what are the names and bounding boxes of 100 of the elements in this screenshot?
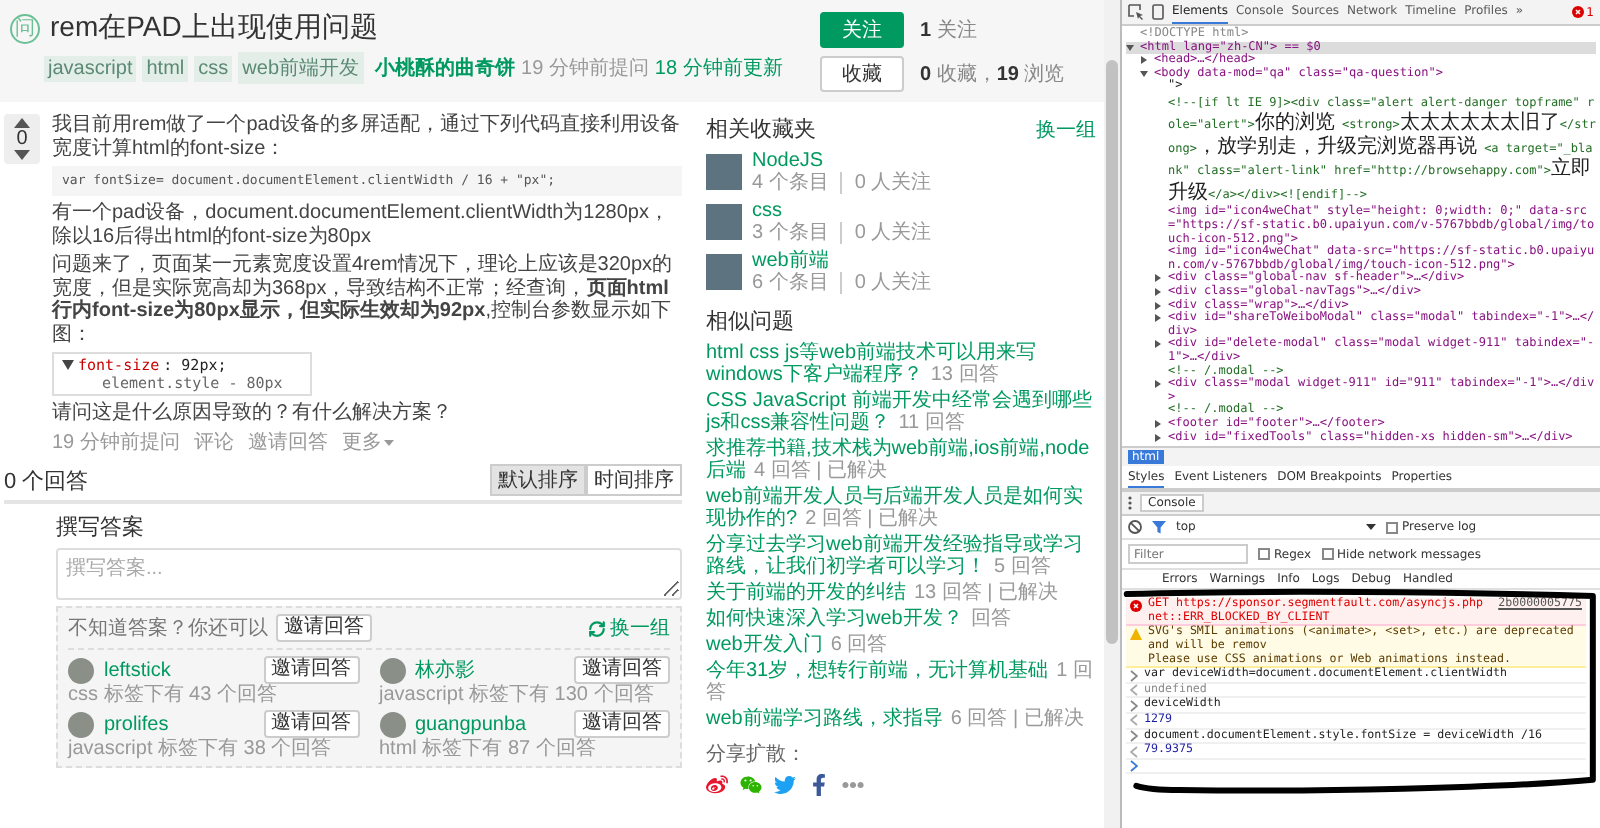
- inspect-icon[interactable]: [1128, 4, 1144, 20]
- error-icon: [1572, 6, 1585, 18]
- checkbox[interactable]: [1386, 521, 1398, 534]
- collection-followers: 0 人关注: [840, 172, 932, 194]
- collapsed-arrow-icon[interactable]: [1154, 433, 1162, 442]
- invite-button[interactable]: 邀请回答: [263, 710, 359, 739]
- input-chevron-icon: [1130, 730, 1138, 742]
- twitter-icon[interactable]: [774, 774, 796, 796]
- collection-thumbnail: [706, 254, 742, 290]
- collapsed-arrow-icon[interactable]: [1140, 56, 1148, 65]
- downvote-icon[interactable]: [14, 150, 30, 160]
- follow-count: 1 关注: [920, 17, 977, 44]
- collapsed-arrow-icon[interactable]: [1154, 380, 1162, 389]
- collection-thumbnail: [706, 154, 742, 190]
- collection-entries: 3 个条目: [752, 222, 829, 244]
- invite-button[interactable]: 邀请回答: [276, 614, 372, 643]
- facebook-icon[interactable]: [808, 774, 830, 796]
- warning-icon: [1130, 627, 1142, 640]
- similar-question-link[interactable]: 如何快速深入学习web开发？ 回答: [706, 608, 1096, 630]
- input-chevron-icon: [1130, 669, 1138, 682]
- output-chevron-icon: [1130, 684, 1138, 697]
- tag[interactable]: javascript: [44, 55, 137, 81]
- collection-followers: 0 人关注: [840, 272, 932, 294]
- question-badge: 问: [10, 13, 40, 43]
- refresh-icon: [588, 619, 606, 638]
- compose-heading: 撰写答案: [56, 513, 146, 543]
- updated-time: 18 分钟前更新: [654, 55, 783, 82]
- question-title: rem在PAD上出现使用问题: [50, 10, 378, 46]
- tag[interactable]: web前端开发: [238, 52, 364, 84]
- avatar: [379, 711, 405, 738]
- share-label: 分享扩散：: [706, 741, 808, 768]
- user-name[interactable]: prolifes: [104, 713, 255, 736]
- tag[interactable]: css: [194, 55, 233, 81]
- collection-name[interactable]: css: [752, 200, 932, 222]
- refresh-link[interactable]: 换一组: [588, 614, 670, 643]
- collection-name[interactable]: NodeJS: [752, 150, 932, 172]
- clear-console-icon[interactable]: [1128, 520, 1142, 535]
- checkbox[interactable]: [1258, 548, 1270, 561]
- collapsed-arrow-icon[interactable]: [1154, 274, 1162, 283]
- invite-button[interactable]: 邀请回答: [574, 656, 670, 685]
- tag[interactable]: html: [142, 55, 189, 81]
- author-link[interactable]: 小桃酥的曲奇饼: [375, 54, 516, 82]
- upvote-icon[interactable]: [14, 118, 30, 128]
- caret-icon: [383, 440, 394, 447]
- follow-button[interactable]: 关注: [820, 12, 904, 48]
- avatar: [68, 657, 94, 684]
- filter-icon[interactable]: [1152, 520, 1166, 535]
- user-name[interactable]: 林亦影: [415, 656, 566, 685]
- invite-prompt: 不知道答案？你还可以: [68, 615, 268, 643]
- expanded-arrow-icon[interactable]: [1140, 69, 1148, 78]
- scrollbar-thumb[interactable]: [1106, 60, 1118, 644]
- checkbox[interactable]: [1321, 548, 1334, 561]
- user-meta: javascript 标签下有 38 个回答: [68, 738, 334, 761]
- collapsed-arrow-icon[interactable]: [1154, 419, 1162, 428]
- wechat-icon[interactable]: [740, 774, 762, 796]
- expanded-arrow-icon[interactable]: [1126, 43, 1134, 52]
- question-paragraph: 请问这是什么原因导致的？有什么解决方案？: [52, 402, 454, 426]
- weibo-icon[interactable]: [706, 774, 728, 796]
- invite-button[interactable]: 邀请回答: [574, 710, 670, 739]
- refresh-link[interactable]: 换一组: [1036, 115, 1096, 143]
- user-name[interactable]: leftstick: [104, 659, 255, 682]
- collection-thumbnail: [706, 204, 742, 240]
- section-heading: 相关收藏夹: [706, 115, 816, 144]
- bookmark-button[interactable]: 收藏: [820, 56, 904, 92]
- collection-followers: 0 人关注: [840, 222, 932, 244]
- avatar: [379, 657, 405, 684]
- similar-question-link[interactable]: web开发入门 6 回答: [706, 634, 1096, 656]
- similar-question-link[interactable]: html css js等web前端技术可以用来写windows下客户端程序？ 13 回答: [706, 342, 1096, 386]
- collapsed-arrow-icon[interactable]: [1154, 314, 1162, 323]
- similar-question-link[interactable]: 求推荐书籍,技术栈为web前端,ios前端,node后端 4 回答 | 已解决: [706, 438, 1096, 482]
- avatar: [68, 711, 94, 738]
- collapsed-arrow-icon[interactable]: [1154, 288, 1162, 297]
- user-meta: css 标签下有 43 个回答: [68, 684, 279, 707]
- similar-question-link[interactable]: CSS JavaScript 前端开发中经常会遇到哪些js和css兼容性问题？ 11 回答: [706, 390, 1096, 434]
- output-chevron-icon: [1130, 714, 1138, 727]
- user-meta: javascript 标签下有 130 个回答: [379, 684, 656, 707]
- collapsed-arrow-icon[interactable]: [1154, 340, 1162, 349]
- user-meta: html 标签下有 87 个回答: [379, 738, 598, 761]
- similar-question-link[interactable]: web前端开发人员与后端开发人员是如何实现协作的? 2 回答 | 已解决: [706, 486, 1096, 530]
- similar-question-link[interactable]: web前端学习路线，求指导 6 回答 | 已解决: [706, 708, 1096, 730]
- similar-question-link[interactable]: 关于前端的开发的纠结 13 回答 | 已解决: [706, 582, 1096, 604]
- device-icon[interactable]: [1152, 4, 1164, 20]
- expanded-arrow-icon: [62, 360, 74, 371]
- asked-time: 19 分钟前提问: [521, 55, 649, 82]
- sort-button[interactable]: 默认排序: [490, 464, 586, 497]
- prompt-chevron-icon: [1130, 760, 1138, 773]
- similar-question-link[interactable]: 今年31岁，想转行前端，无计算机基础 1 回答: [706, 660, 1096, 704]
- output-chevron-icon: [1130, 745, 1138, 758]
- bookmark-view-count: 0 收藏，19 浏览: [920, 61, 1065, 88]
- user-name[interactable]: guangpunba: [415, 713, 566, 736]
- collapsed-arrow-icon[interactable]: [1154, 301, 1162, 310]
- collection-entries: 4 个条目: [752, 172, 829, 194]
- question-paragraph: 我目前用rem做了一个pad设备的多屏适配，通过下列代码直接利用设备宽度计算html的font-size：: [52, 114, 682, 160]
- invite-button[interactable]: 邀请回答: [263, 656, 359, 685]
- caret-icon: [1366, 524, 1376, 531]
- collection-name[interactable]: web前端: [752, 250, 932, 272]
- answer-field[interactable]: 撰写答案...: [56, 548, 682, 601]
- similar-question-link[interactable]: 分享过去学习web前端开发经验指导或学习路线，让我们初学者可以学习！ 5 回答: [706, 534, 1096, 578]
- sort-button[interactable]: 时间排序: [586, 464, 682, 497]
- vote-count: 0: [16, 128, 28, 150]
